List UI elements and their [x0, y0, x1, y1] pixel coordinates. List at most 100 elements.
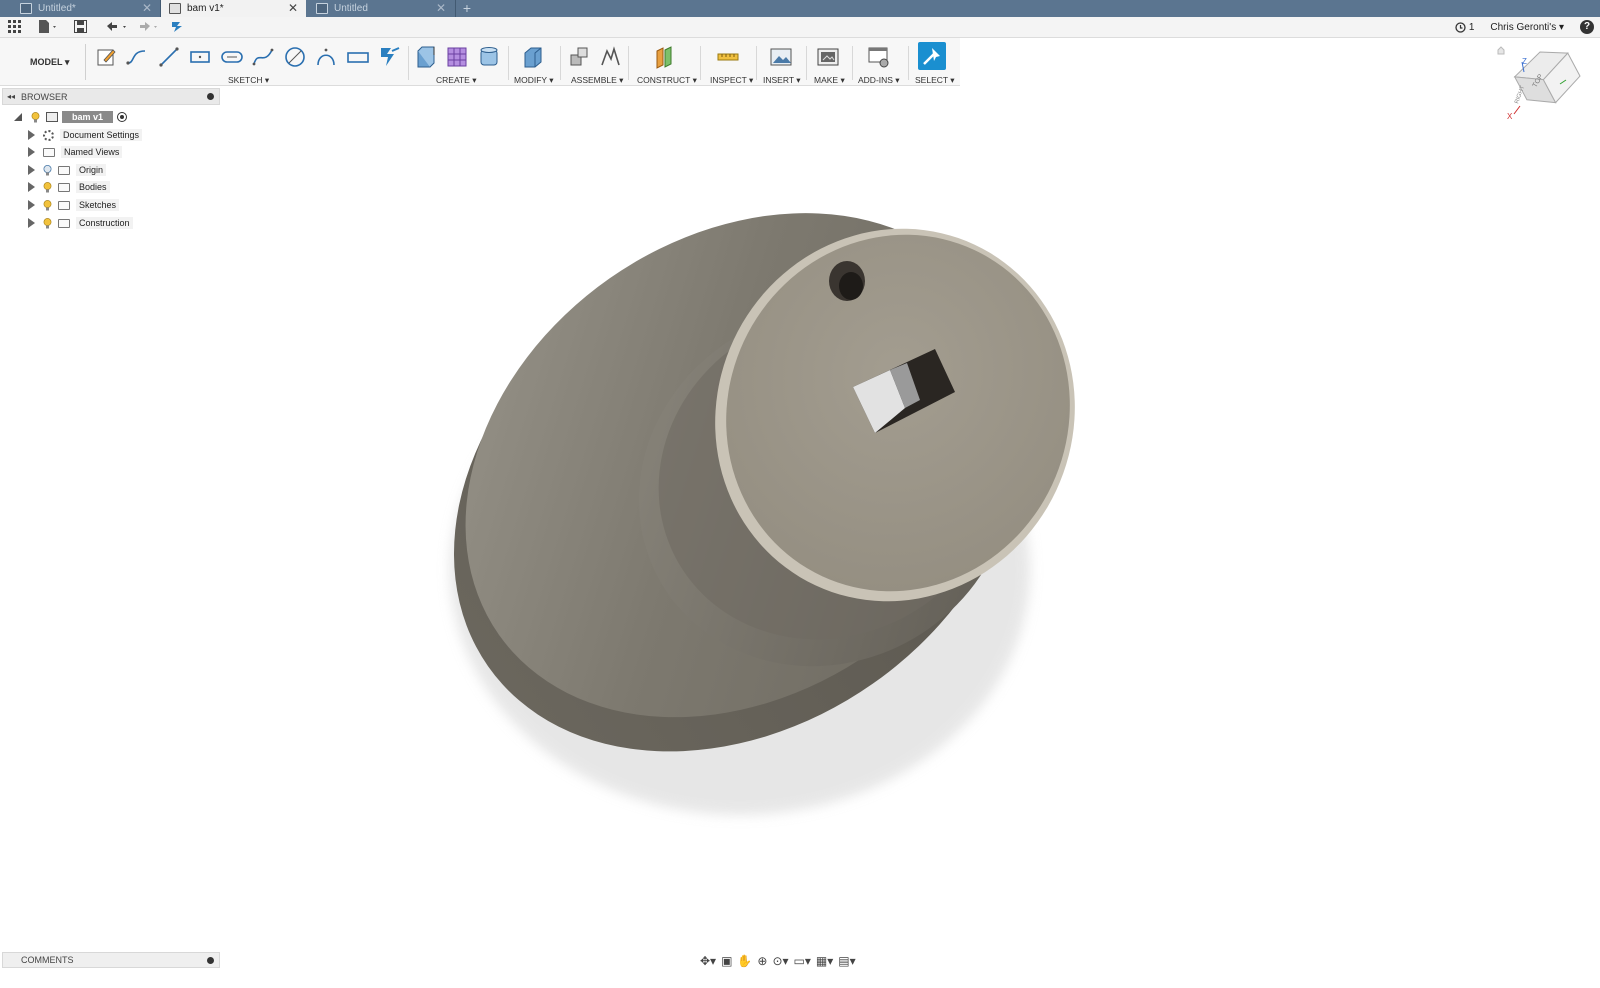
expand-arrow-icon[interactable]	[28, 200, 35, 210]
root-component-label[interactable]: bam v1	[62, 111, 114, 123]
viewcube[interactable]: TOP RIGHT Z X	[1490, 40, 1600, 130]
construct-group-label[interactable]: CONSTRUCT ▾	[637, 75, 697, 86]
sketch-group-label[interactable]: SKETCH ▾	[228, 75, 269, 86]
close-tab-icon[interactable]: ✕	[142, 1, 152, 15]
redo-icon[interactable]	[136, 20, 160, 35]
display-settings-icon[interactable]: ▭▾	[794, 954, 811, 968]
browser-item-construction[interactable]: Construction	[28, 215, 133, 231]
lightbulb-icon[interactable]	[43, 181, 52, 193]
offset-plane-icon[interactable]	[652, 44, 678, 70]
lightbulb-icon[interactable]	[31, 111, 40, 123]
new-component-icon[interactable]	[566, 44, 592, 70]
select-tool-icon[interactable]	[918, 42, 946, 70]
insert-group-label[interactable]: INSERT ▾	[763, 75, 801, 86]
expand-arrow-icon[interactable]	[28, 165, 35, 175]
lightbulb-icon[interactable]	[43, 217, 52, 229]
form-icon[interactable]	[444, 44, 470, 70]
expand-arrow-icon[interactable]	[28, 130, 35, 140]
home-view-icon[interactable]	[1497, 46, 1505, 55]
scripts-addins-icon[interactable]	[866, 44, 892, 70]
arc-tool-icon[interactable]	[156, 44, 182, 70]
collapse-arrow-icon[interactable]	[14, 113, 22, 121]
expand-arrow-icon[interactable]	[28, 147, 35, 157]
activate-component-icon[interactable]	[117, 112, 128, 122]
create-group-label[interactable]: CREATE ▾	[436, 75, 476, 86]
job-status[interactable]: 1	[1455, 22, 1474, 33]
folder-icon	[58, 182, 70, 192]
pan-icon[interactable]: ✋	[737, 954, 752, 968]
collapse-panel-icon[interactable]: ◂◂	[7, 92, 15, 101]
extrude-icon[interactable]	[412, 44, 438, 70]
grid-settings-icon[interactable]: ▦▾	[816, 954, 833, 968]
browser-item-sketches[interactable]: Sketches	[28, 197, 120, 213]
line-tool-icon[interactable]	[124, 44, 150, 70]
browser-root-row[interactable]: bam v1	[14, 109, 128, 125]
addins-group-label[interactable]: ADD-INS ▾	[858, 75, 900, 86]
lightbulb-icon[interactable]	[43, 199, 52, 211]
pin-panel-icon[interactable]	[207, 957, 214, 964]
project-tool-icon[interactable]	[345, 44, 371, 70]
fit-icon[interactable]: ⊙▾	[772, 954, 788, 968]
close-tab-icon[interactable]: ✕	[288, 1, 298, 15]
create-sketch-icon[interactable]	[94, 44, 120, 70]
make-group-label[interactable]: MAKE ▾	[814, 75, 845, 86]
measure-icon[interactable]	[715, 44, 741, 70]
undo-icon[interactable]	[105, 20, 129, 35]
file-menu-icon[interactable]	[38, 20, 58, 35]
slot-tool-icon[interactable]	[219, 44, 245, 70]
save-icon[interactable]	[74, 20, 87, 35]
zoom-icon[interactable]: ⊕	[757, 954, 767, 968]
select-group-label[interactable]: SELECT ▾	[915, 75, 955, 86]
help-icon[interactable]: ?	[1580, 20, 1594, 34]
folder-icon	[58, 200, 70, 210]
circle-tool-icon[interactable]	[282, 44, 308, 70]
workspace-label: MODEL ▾	[30, 56, 70, 67]
look-at-icon[interactable]: ▣	[721, 954, 732, 968]
ribbon-divider	[908, 46, 909, 80]
browser-item-bodies[interactable]: Bodies	[28, 179, 110, 195]
new-tab-button[interactable]: +	[458, 0, 476, 17]
spline-tool-icon[interactable]	[250, 44, 276, 70]
browser-item-label: Origin	[76, 164, 107, 176]
rectangle-tool-icon[interactable]	[187, 44, 213, 70]
insert-image-icon[interactable]	[768, 44, 794, 70]
ribbon-divider	[560, 46, 561, 80]
folder-icon	[58, 165, 70, 175]
user-menu[interactable]: Chris Geronti's ▾	[1490, 22, 1564, 33]
browser-item-label: Construction	[76, 217, 133, 229]
comments-panel-header[interactable]: COMMENTS	[2, 952, 220, 968]
orbit-icon[interactable]: ✥▾	[700, 954, 716, 968]
assemble-group-label[interactable]: ASSEMBLE ▾	[571, 75, 623, 86]
tab-label: Untitled*	[38, 3, 76, 14]
ribbon-divider	[756, 46, 757, 80]
inspect-group-label[interactable]: INSPECT ▾	[710, 75, 753, 86]
three-point-arc-icon[interactable]	[313, 44, 339, 70]
modify-group-label[interactable]: MODIFY ▾	[514, 75, 554, 86]
stop-sketch-icon[interactable]	[377, 44, 403, 70]
folder-icon	[58, 218, 70, 228]
browser-item-document-settings[interactable]: Document Settings	[28, 127, 143, 143]
pin-panel-icon[interactable]	[207, 93, 214, 100]
browser-panel-header[interactable]: ◂◂ BROWSER	[2, 88, 220, 105]
data-panel-icon[interactable]	[170, 20, 184, 35]
app-grid-icon[interactable]	[8, 20, 21, 35]
expand-arrow-icon[interactable]	[28, 182, 35, 192]
lightbulb-off-icon[interactable]	[43, 164, 52, 176]
model-viewport[interactable]	[380, 150, 1140, 850]
tab-untitled-2[interactable]: Untitled ✕	[306, 0, 454, 17]
3d-print-icon[interactable]	[815, 44, 841, 70]
tab-bam-v1[interactable]: bam v1* ✕	[161, 0, 306, 17]
tab-untitled-1[interactable]: Untitled* ✕	[0, 0, 160, 17]
workspace-switcher[interactable]: MODEL ▾	[8, 44, 86, 80]
ribbon-divider	[806, 46, 807, 80]
close-tab-icon[interactable]: ✕	[436, 1, 446, 15]
cylinder-icon[interactable]	[476, 44, 502, 70]
joint-icon[interactable]	[598, 44, 624, 70]
browser-item-named-views[interactable]: Named Views	[28, 144, 123, 160]
ribbon-divider	[852, 46, 853, 80]
press-pull-icon[interactable]	[520, 44, 546, 70]
folder-icon	[43, 147, 55, 157]
browser-item-origin[interactable]: Origin	[28, 162, 107, 178]
expand-arrow-icon[interactable]	[28, 218, 35, 228]
viewports-icon[interactable]: ▤▾	[838, 954, 855, 968]
